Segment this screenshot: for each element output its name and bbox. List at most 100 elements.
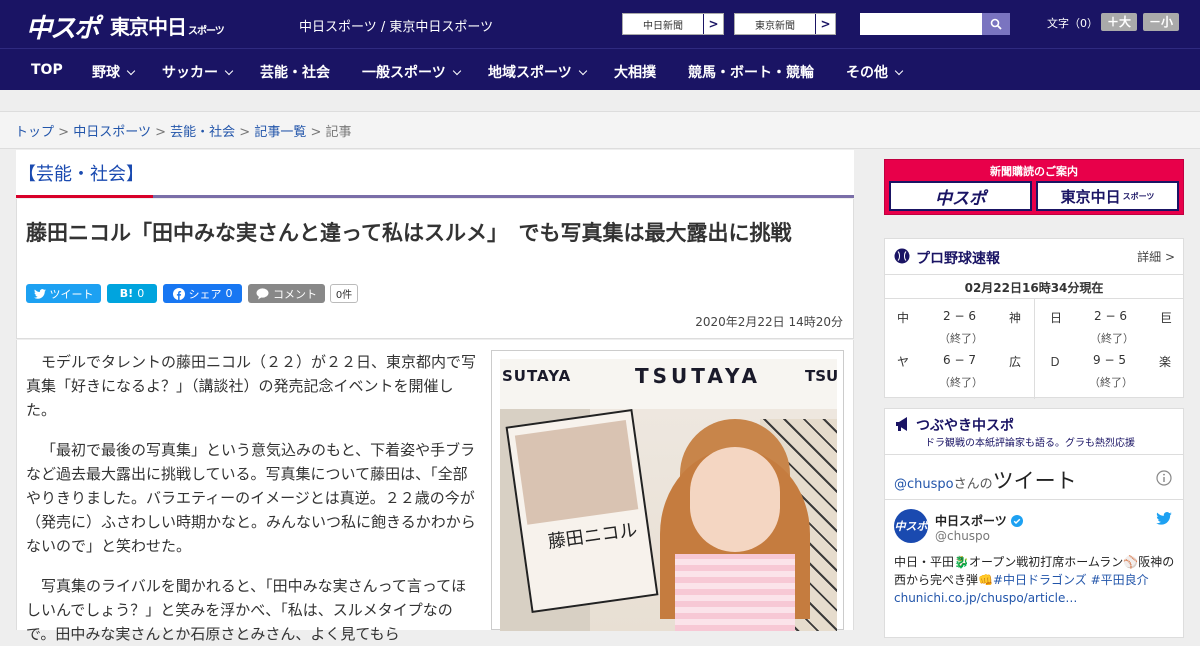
game-score[interactable]: Ｄ 9 − 5 楽 （終了） bbox=[1034, 343, 1183, 389]
score: 2 − 6 bbox=[1094, 309, 1127, 323]
chuspo-logo[interactable]: 中スポ bbox=[26, 8, 100, 45]
game-score[interactable]: ヤ 6 − 7 広 （終了） bbox=[885, 343, 1034, 389]
nav-local-sports[interactable]: 地域スポーツ bbox=[488, 62, 587, 82]
photo-sign-text: TSU bbox=[805, 367, 837, 385]
tokyo-logo-small: スポーツ bbox=[188, 26, 225, 37]
tweets-heading-suffix: さんの bbox=[953, 477, 993, 492]
font-smaller-button[interactable]: －小 bbox=[1143, 13, 1180, 31]
chevron-down-icon bbox=[224, 66, 234, 76]
nav-general-sports[interactable]: 一般スポーツ bbox=[362, 62, 461, 82]
chevron-down-icon bbox=[578, 66, 587, 76]
baseball-scores-widget: プロ野球速報 詳細 > 02月22日16時34分現在 中 2 − 6 神 （終了… bbox=[884, 238, 1184, 399]
subscribe-banner[interactable]: 新聞購読のご案内 中スポ 東京中日 スポーツ bbox=[884, 159, 1184, 215]
article-headline: 藤田ニコル「田中みな実さんと違って私はスルメ」 でも写真集は最大露出に挑戦 bbox=[26, 221, 792, 245]
tweets-title: つぶやき中スポ bbox=[916, 418, 1014, 434]
tweet-text: 中日・平田🐉オープン戦初打席ホームラン⚾阪神の西から完ぺき弾👊#中日ドラゴンズ … bbox=[894, 553, 1176, 607]
facebook-count: 0 bbox=[225, 287, 233, 300]
photo-book: 藤田ニコル bbox=[505, 409, 659, 613]
nav-local-sports-label: 地域スポーツ bbox=[488, 65, 572, 81]
photo-sign-text: TSUTAYA bbox=[635, 364, 761, 388]
breadcrumb-entertainment[interactable]: 芸能・社会 bbox=[170, 125, 235, 140]
subscribe-tokyo-label: 東京中日 bbox=[1060, 187, 1121, 206]
nav-other[interactable]: その他 bbox=[846, 62, 904, 82]
twitter-bird-icon[interactable] bbox=[1156, 512, 1172, 525]
main-nav: TOP 野球 サッカー 芸能・社会 一般スポーツ 地域スポーツ 大相撲 競馬・ボ… bbox=[0, 48, 1200, 90]
score: 6 − 7 bbox=[943, 353, 976, 367]
nav-sumo-label: 大相撲 bbox=[614, 65, 656, 81]
article-date: 2020年2月22日 14時20分 bbox=[695, 315, 843, 329]
top-header: 中スポ 東京中日 スポーツ 中日スポーツ / 東京中日スポーツ 中日新聞 > 東京… bbox=[0, 0, 1200, 48]
facebook-share-button[interactable]: シェア 0 bbox=[163, 284, 242, 303]
home-team: ヤ bbox=[897, 355, 910, 369]
breadcrumb-chunichi-sports[interactable]: 中日スポーツ bbox=[73, 125, 151, 140]
nav-entertainment[interactable]: 芸能・社会 bbox=[260, 62, 330, 82]
info-icon[interactable] bbox=[1156, 470, 1172, 486]
comment-label: コメント bbox=[273, 287, 317, 301]
breadcrumb-top[interactable]: トップ bbox=[15, 125, 54, 140]
baseball-detail-link[interactable]: 詳細 > bbox=[1137, 248, 1175, 265]
facebook-icon bbox=[172, 287, 185, 300]
twitter-handle-link[interactable]: @chuspo bbox=[894, 477, 954, 492]
chevron-right-icon: > bbox=[815, 14, 835, 34]
tweet-hashtags[interactable]: #中日ドラゴンズ #平田良介 bbox=[993, 573, 1149, 587]
category-divider-accent bbox=[16, 195, 153, 198]
tweet-link[interactable]: chunichi.co.jp/chuspo/article… bbox=[894, 591, 1077, 605]
game-status: （終了） bbox=[1089, 376, 1133, 389]
breadcrumb-current: 記事 bbox=[325, 125, 352, 140]
article-paragraph: 「最初で最後の写真集」という意気込みのもと、下着姿や手ブラなど過去最大露出に挑戦… bbox=[26, 441, 476, 555]
tweet-label: ツイート bbox=[49, 287, 94, 301]
category-title[interactable]: 【芸能・社会】 bbox=[18, 160, 144, 186]
tweets-heading-word: ツイート bbox=[992, 469, 1077, 493]
photo-sign-text: SUTAYA bbox=[502, 367, 572, 385]
breadcrumb-article-list[interactable]: 記事一覧 bbox=[254, 125, 306, 140]
nav-top-label: TOP bbox=[31, 62, 63, 78]
divider bbox=[885, 499, 1183, 500]
photo-person-outfit bbox=[675, 554, 795, 631]
search-input[interactable] bbox=[860, 13, 982, 35]
hatena-bookmark-button[interactable]: B! 0 bbox=[107, 284, 157, 303]
breadcrumb-separator: > bbox=[310, 125, 322, 140]
tokyo-shimbun-link[interactable]: 東京新聞 > bbox=[734, 13, 836, 35]
account-handle[interactable]: @chuspo bbox=[935, 529, 990, 543]
font-larger-button[interactable]: ＋大 bbox=[1101, 13, 1138, 31]
nav-sumo[interactable]: 大相撲 bbox=[614, 62, 656, 82]
score: 2 − 6 bbox=[943, 309, 976, 323]
chevron-down-icon bbox=[894, 66, 904, 76]
nav-top[interactable]: TOP bbox=[31, 62, 63, 78]
nav-baseball-label: 野球 bbox=[92, 65, 120, 81]
photo-image: SUTAYA TSUTAYA TSU 藤田ニコル bbox=[500, 359, 837, 631]
tokyo-chunichi-logo[interactable]: 東京中日 スポーツ bbox=[110, 11, 225, 40]
twitter-bird-icon bbox=[33, 288, 46, 299]
nav-baseball[interactable]: 野球 bbox=[92, 62, 136, 82]
score: 9 − 5 bbox=[1093, 353, 1126, 367]
breadcrumb-separator: > bbox=[58, 125, 70, 140]
photo-book-title: 藤田ニコル bbox=[546, 519, 639, 553]
subscribe-tokyo-button[interactable]: 東京中日 スポーツ bbox=[1036, 181, 1179, 211]
game-status: （終了） bbox=[939, 376, 983, 389]
chevron-down-icon bbox=[452, 66, 461, 76]
tweets-heading: @chuspoさんのツイート bbox=[894, 465, 1077, 495]
chunichi-shimbun-link[interactable]: 中日新聞 > bbox=[622, 13, 724, 35]
search-button[interactable] bbox=[982, 13, 1010, 35]
article-paragraph: モデルでタレントの藤田ニコル（２２）が２２日、東京都内で写真集「好きになるよ？」… bbox=[26, 353, 477, 419]
comment-button[interactable]: コメント bbox=[248, 284, 325, 303]
account-avatar[interactable]: 中スポ bbox=[894, 509, 928, 543]
home-team: 中 bbox=[897, 311, 910, 325]
nav-soccer[interactable]: サッカー bbox=[162, 62, 234, 82]
account-name[interactable]: 中日スポーツ bbox=[935, 512, 1023, 529]
chevron-right-icon: > bbox=[703, 14, 723, 34]
away-team: 神 bbox=[1009, 311, 1022, 325]
nav-entertainment-label: 芸能・社会 bbox=[260, 65, 330, 81]
tweets-widget: つぶやき中スポ ドラ観戦の本紙評論家も語る。グラも熱烈応援 @chuspoさんの… bbox=[884, 408, 1184, 638]
nav-keiba[interactable]: 競馬・ボート・競輪 bbox=[688, 62, 814, 82]
tweet-button[interactable]: ツイート bbox=[26, 284, 101, 303]
hatena-icon: B! bbox=[119, 287, 134, 300]
category-divider bbox=[16, 195, 854, 198]
breadcrumb: トップ > 中日スポーツ > 芸能・社会 > 記事一覧 > 記事 bbox=[0, 112, 1200, 149]
subscribe-chuspo-button[interactable]: 中スポ bbox=[889, 181, 1032, 211]
subscribe-title: 新聞購読のご案内 bbox=[990, 165, 1078, 178]
nav-general-sports-label: 一般スポーツ bbox=[362, 65, 446, 81]
breadcrumb-separator: > bbox=[155, 125, 166, 140]
account-name-label: 中日スポーツ bbox=[935, 514, 1007, 528]
article-photo[interactable]: SUTAYA TSUTAYA TSU 藤田ニコル bbox=[491, 350, 844, 631]
